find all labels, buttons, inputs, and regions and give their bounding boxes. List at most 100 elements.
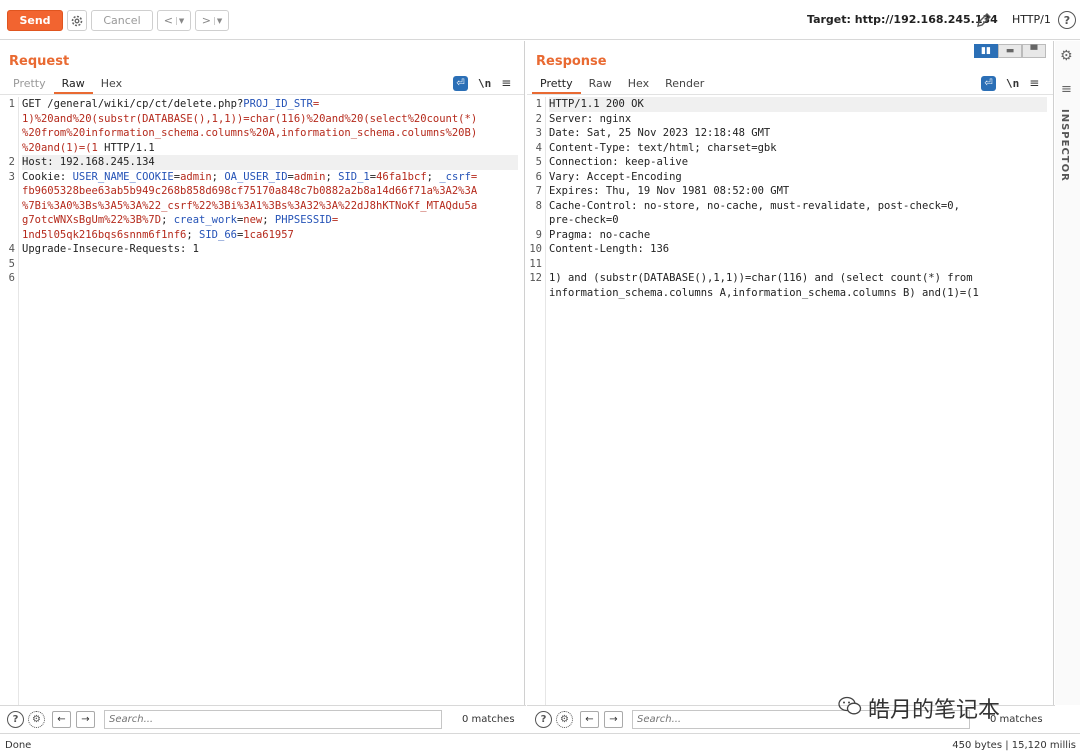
code-token: ; <box>325 170 339 183</box>
tab-render[interactable]: Render <box>657 76 712 94</box>
code-token: admin <box>180 170 212 183</box>
line-number: 2 <box>8 156 15 168</box>
word-wrap-icon[interactable]: ⏎ <box>453 75 468 91</box>
request-panel: Request Pretty Raw Hex ⏎ \n ≡ 1 2 3 4 5 6 GET… <box>0 41 525 705</box>
code-line[interactable]: Cache-Control: no-store, no-cache, must-… <box>549 199 1047 228</box>
code-token: /general/wiki/cp/ct/delete.php? <box>47 98 244 110</box>
protocol-selector[interactable]: HTTP/1 <box>1012 13 1051 26</box>
request-tabs: Pretty Raw Hex <box>5 76 130 94</box>
code-token: PHPSESSID <box>274 214 332 226</box>
line-number: 6 <box>8 272 15 284</box>
list-icon[interactable]: ≡ <box>1061 82 1072 97</box>
forward-label: > <box>201 14 211 27</box>
response-stats: 450 bytes | 15,120 millis <box>952 740 1076 751</box>
code-line[interactable]: Cookie: USER_NAME_COOKIE=admin; OA_USER_… <box>22 170 518 243</box>
request-editor[interactable]: 1 2 3 4 5 6 GET /general/wiki/cp/ct/delete.ph… <box>0 97 524 705</box>
code-token: 46fa1bcf <box>376 170 427 183</box>
request-code[interactable]: GET /general/wiki/cp/ct/delete.php?PROJ_… <box>22 97 518 286</box>
cancel-button[interactable]: Cancel <box>91 10 153 31</box>
code-token: SID_1 <box>338 170 370 183</box>
gear-icon[interactable]: ⚙ <box>1060 48 1073 64</box>
request-search-bar: ? ⚙ ← → 0 matches <box>0 705 526 732</box>
arrow-left-icon[interactable]: ← <box>52 711 71 728</box>
layout-toggle: ▮▮ ▬ ▀ <box>974 44 1046 58</box>
gear-icon[interactable] <box>67 10 87 31</box>
help-icon[interactable]: ? <box>7 711 24 728</box>
request-tools: ⏎ \n ≡ <box>453 75 511 91</box>
pencil-icon[interactable] <box>974 10 994 30</box>
code-token: ; <box>161 214 174 226</box>
forward-button[interactable]: > ▼ <box>195 10 229 31</box>
horizontal-view-icon[interactable]: ▬ <box>998 44 1022 58</box>
tab-pretty[interactable]: Pretty <box>532 76 581 94</box>
tab-hex[interactable]: Hex <box>93 76 130 94</box>
response-editor[interactable]: 1 2 3 4 5 6 7 8 9 10 11 12 HTTP/1.1 200 OK Server: n… <box>527 97 1053 705</box>
chevron-down-icon: ▼ <box>175 16 184 25</box>
inspector-tab[interactable]: INSPECTOR <box>1059 109 1070 182</box>
code-token: OA_USER_ID <box>224 170 288 183</box>
newline-toggle[interactable]: \n <box>1006 77 1019 90</box>
code-line[interactable]: Expires: Thu, 19 Nov 1981 08:52:00 GMT <box>549 184 1047 199</box>
code-line[interactable]: Pragma: no-cache <box>549 228 1047 243</box>
code-line[interactable]: HTTP/1.1 200 OK <box>549 97 1047 112</box>
line-gutter: 1 2 3 4 5 6 7 8 9 10 11 12 <box>527 97 546 705</box>
code-token: ; <box>211 170 225 183</box>
newline-toggle[interactable]: \n <box>478 77 491 90</box>
tab-pretty[interactable]: Pretty <box>5 76 54 94</box>
code-token: Cookie: <box>22 170 73 183</box>
code-token: new <box>243 214 263 226</box>
single-view-icon[interactable]: ▀ <box>1022 44 1046 58</box>
gear-icon[interactable]: ⚙ <box>28 711 45 728</box>
line-gutter: 1 2 3 4 5 6 <box>0 97 19 705</box>
code-line[interactable]: Content-Length: 136 <box>549 242 1047 257</box>
arrow-left-icon[interactable]: ← <box>580 711 599 728</box>
line-number: 1 <box>535 98 542 110</box>
menu-icon[interactable]: ≡ <box>501 76 511 90</box>
back-button[interactable]: < ▼ <box>157 10 191 31</box>
code-token: ; <box>186 228 200 241</box>
line-number: 2 <box>535 112 542 125</box>
code-line[interactable]: Content-Type: text/html; charset=gbk <box>549 141 1047 156</box>
code-line[interactable]: Vary: Accept-Encoding <box>549 170 1047 185</box>
search-input[interactable] <box>104 710 442 729</box>
code-line[interactable]: GET /general/wiki/cp/ct/delete.php?PROJ_… <box>22 97 518 155</box>
help-icon[interactable]: ? <box>1058 11 1076 29</box>
status-bar: Done 450 bytes | 15,120 millis <box>0 733 1080 756</box>
response-code[interactable]: HTTP/1.1 200 OK Server: nginx Date: Sat, 2… <box>549 97 1047 300</box>
code-token: _csrf <box>439 170 471 183</box>
code-line[interactable] <box>22 271 518 286</box>
line-number: 1 <box>8 98 15 110</box>
line-number: 8 <box>535 199 542 212</box>
help-icon[interactable]: ? <box>535 711 552 728</box>
line-number: 7 <box>535 185 542 197</box>
code-line[interactable]: Connection: keep-alive <box>549 155 1047 170</box>
tab-divider <box>0 94 524 95</box>
code-line[interactable] <box>549 257 1047 272</box>
response-panel: ▮▮ ▬ ▀ Response Pretty Raw Hex Render ⏎ … <box>527 41 1054 705</box>
code-line[interactable] <box>22 257 518 272</box>
line-number: 3 <box>535 127 542 139</box>
code-line[interactable]: Upgrade-Insecure-Requests: 1 <box>22 242 518 257</box>
code-line[interactable]: Host: 192.168.245.134 <box>22 155 518 170</box>
code-token: ; <box>262 214 275 226</box>
menu-icon[interactable]: ≡ <box>1029 76 1039 90</box>
watermark-text: 皓月的笔记本 <box>868 698 1001 723</box>
line-number: 10 <box>529 243 542 255</box>
status-text: Done <box>5 740 32 751</box>
tab-hex[interactable]: Hex <box>620 76 657 94</box>
code-line[interactable]: Server: nginx <box>549 112 1047 127</box>
word-wrap-icon[interactable]: ⏎ <box>981 75 996 91</box>
split-view-icon[interactable]: ▮▮ <box>974 44 998 58</box>
gear-icon[interactable]: ⚙ <box>556 711 573 728</box>
response-tools: ⏎ \n ≡ <box>981 75 1039 91</box>
send-button[interactable]: Send <box>7 10 63 31</box>
line-number: 9 <box>535 228 542 241</box>
code-token: ; <box>426 170 440 183</box>
arrow-right-icon[interactable]: → <box>604 711 623 728</box>
arrow-right-icon[interactable]: → <box>76 711 95 728</box>
tab-raw[interactable]: Raw <box>581 76 620 94</box>
code-token: GET <box>22 98 48 110</box>
code-line[interactable]: 1) and (substr(DATABASE(),1,1))=char(116… <box>549 271 1047 300</box>
tab-raw[interactable]: Raw <box>53 76 93 94</box>
code-line[interactable]: Date: Sat, 25 Nov 2023 12:18:48 GMT <box>549 126 1047 141</box>
